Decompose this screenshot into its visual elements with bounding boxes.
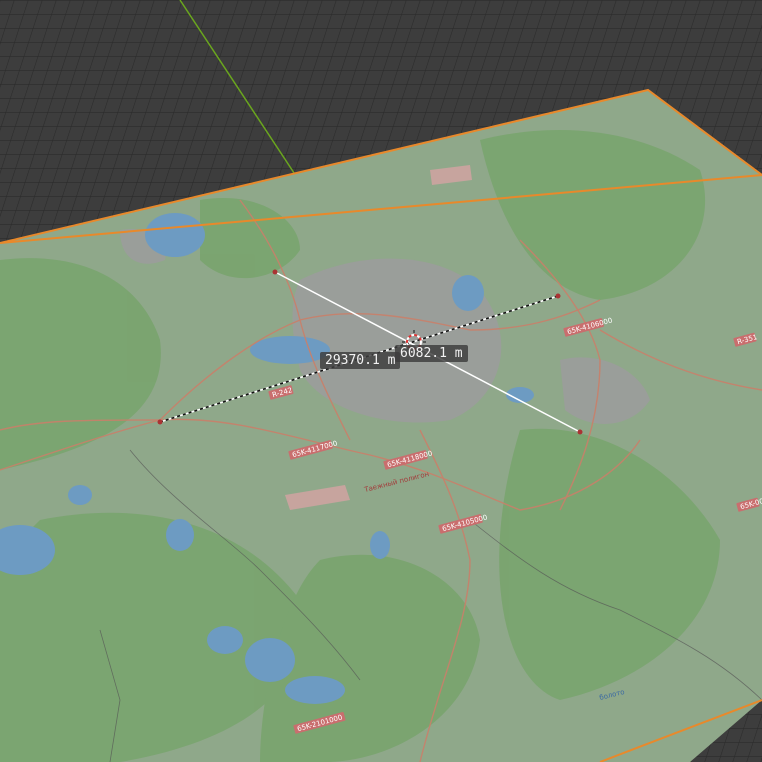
ruler-endpoint-icon[interactable] (555, 293, 561, 299)
ruler-endpoint-icon[interactable] (577, 429, 583, 435)
ruler-endpoint-icon[interactable] (272, 269, 278, 275)
3d-viewport[interactable]: 65K-4117000 65K-4118000 65K-4105000 65K-… (0, 0, 762, 762)
viewport-scene[interactable]: 65K-4117000 65K-4118000 65K-4105000 65K-… (0, 0, 762, 762)
measurement-label-2[interactable]: 6082.1 m (395, 345, 468, 362)
ruler-endpoint-icon[interactable] (157, 419, 163, 425)
measurement-label-1[interactable]: 29370.1 m (320, 352, 401, 369)
